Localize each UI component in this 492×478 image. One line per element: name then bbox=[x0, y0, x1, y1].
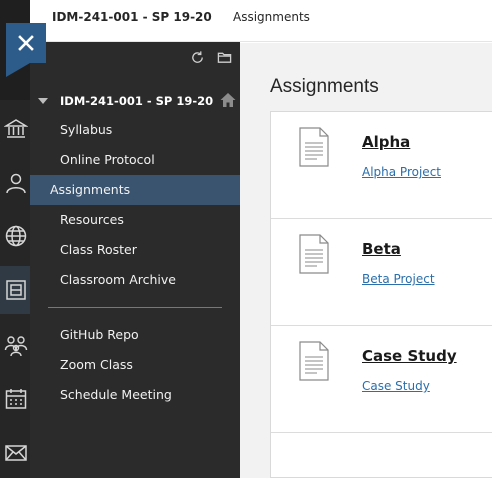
list-item: Alpha Alpha Project bbox=[271, 112, 492, 219]
menu-item-zoom-class[interactable]: Zoom Class bbox=[30, 350, 240, 380]
assignment-link[interactable]: Beta Project bbox=[362, 272, 435, 286]
menu-divider bbox=[48, 307, 222, 308]
assignment-title[interactable]: Alpha bbox=[362, 133, 410, 151]
courses-icon[interactable] bbox=[0, 266, 30, 314]
messages-icon[interactable] bbox=[4, 441, 28, 465]
main-content: Assignments Alpha Alpha Project Beta Bet… bbox=[240, 43, 492, 478]
menu-item-class-roster[interactable]: Class Roster bbox=[30, 235, 240, 265]
menu-item-schedule-meeting[interactable]: Schedule Meeting bbox=[30, 380, 240, 410]
caret-down-icon[interactable] bbox=[38, 96, 48, 106]
user-icon[interactable] bbox=[4, 171, 28, 195]
breadcrumb-page: Assignments bbox=[233, 10, 310, 24]
list-item: Beta Beta Project bbox=[271, 219, 492, 326]
home-icon[interactable] bbox=[220, 92, 236, 108]
course-menu: IDM-241-001 - SP 19-20 Syllabus Online P… bbox=[30, 42, 240, 478]
menu-item-resources[interactable]: Resources bbox=[30, 205, 240, 235]
list-item: Case Study Case Study bbox=[271, 326, 492, 433]
menu-item-syllabus[interactable]: Syllabus bbox=[30, 115, 240, 145]
document-icon bbox=[299, 341, 329, 381]
menu-item-github-repo[interactable]: GitHub Repo bbox=[30, 320, 240, 350]
calendar-icon[interactable] bbox=[4, 387, 28, 411]
globe-icon[interactable] bbox=[4, 224, 28, 248]
page-title: Assignments bbox=[270, 76, 379, 97]
menu-item-classroom-archive[interactable]: Classroom Archive bbox=[30, 265, 240, 295]
breadcrumb-course[interactable]: IDM-241-001 - SP 19-20 bbox=[52, 10, 212, 24]
assignment-title[interactable]: Case Study bbox=[362, 347, 457, 365]
refresh-icon[interactable] bbox=[190, 50, 205, 65]
assignment-title[interactable]: Beta bbox=[362, 240, 401, 258]
close-button-tail bbox=[6, 63, 30, 77]
menu-item-online-protocol[interactable]: Online Protocol bbox=[30, 145, 240, 175]
assignment-link[interactable]: Alpha Project bbox=[362, 165, 441, 179]
course-menu-heading[interactable]: IDM-241-001 - SP 19-20 bbox=[38, 92, 236, 110]
folder-icon[interactable] bbox=[217, 50, 232, 65]
close-menu-button[interactable] bbox=[6, 23, 46, 63]
assignment-list: Alpha Alpha Project Beta Beta Project Ca… bbox=[270, 111, 492, 478]
breadcrumb: IDM-241-001 - SP 19-20 Assignments bbox=[30, 0, 492, 42]
course-title: IDM-241-001 - SP 19-20 bbox=[60, 94, 214, 108]
close-icon bbox=[18, 35, 34, 51]
document-icon bbox=[299, 127, 329, 167]
assignment-link[interactable]: Case Study bbox=[362, 379, 430, 393]
menu-tools bbox=[190, 50, 232, 65]
groups-icon[interactable] bbox=[4, 333, 28, 357]
menu-item-assignments[interactable]: Assignments bbox=[30, 175, 240, 205]
document-icon bbox=[299, 234, 329, 274]
institution-icon[interactable] bbox=[4, 117, 28, 141]
